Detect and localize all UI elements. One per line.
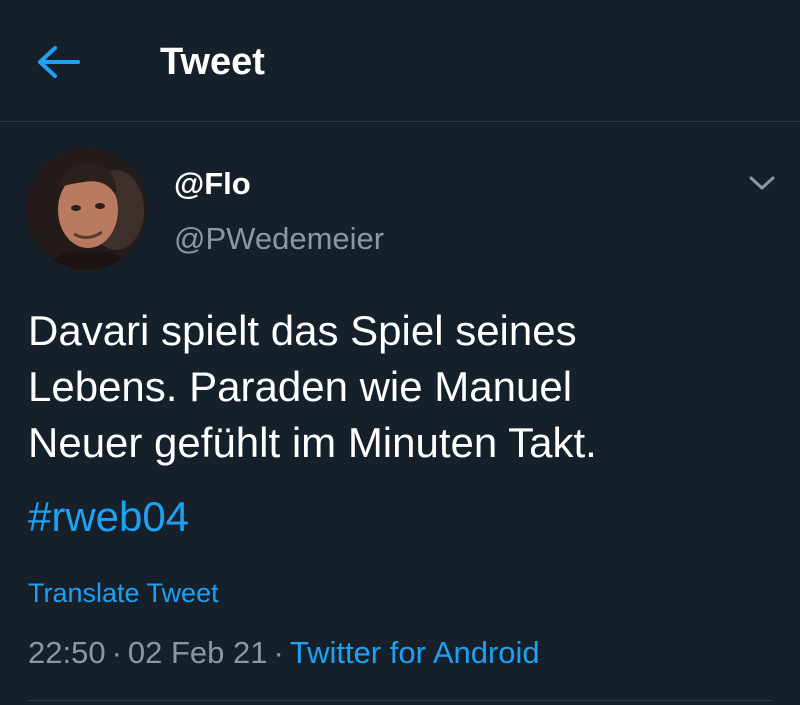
tweet-screen: Tweet @Flo @PWedemeier Davari spielt das… [0, 0, 800, 705]
avatar[interactable] [26, 148, 148, 270]
arrow-left-icon [38, 46, 80, 78]
back-button[interactable] [36, 38, 84, 86]
profile-photo [26, 148, 148, 270]
tweet-menu-button[interactable] [744, 165, 780, 201]
hashtag-link[interactable]: #rweb04 [28, 489, 189, 545]
author-handle[interactable]: @PWedemeier [174, 220, 384, 258]
chevron-down-icon [749, 176, 775, 190]
separator: · [111, 635, 122, 670]
top-app-bar: Tweet [0, 0, 800, 122]
author-display-name[interactable]: @Flo [174, 165, 251, 203]
divider [28, 700, 772, 701]
tweet-metadata: 22:50 · 02 Feb 21 · Twitter for Android [28, 633, 540, 673]
page-title: Tweet [160, 41, 265, 83]
tweet-time: 22:50 [28, 635, 106, 670]
tweet-date: 02 Feb 21 [127, 635, 268, 670]
translate-tweet-link[interactable]: Translate Tweet [28, 576, 219, 610]
tweet-source-link[interactable]: Twitter for Android [290, 635, 540, 670]
tweet-text: Davari spielt das Spiel seines Lebens. P… [28, 307, 597, 466]
separator: · [273, 635, 284, 670]
